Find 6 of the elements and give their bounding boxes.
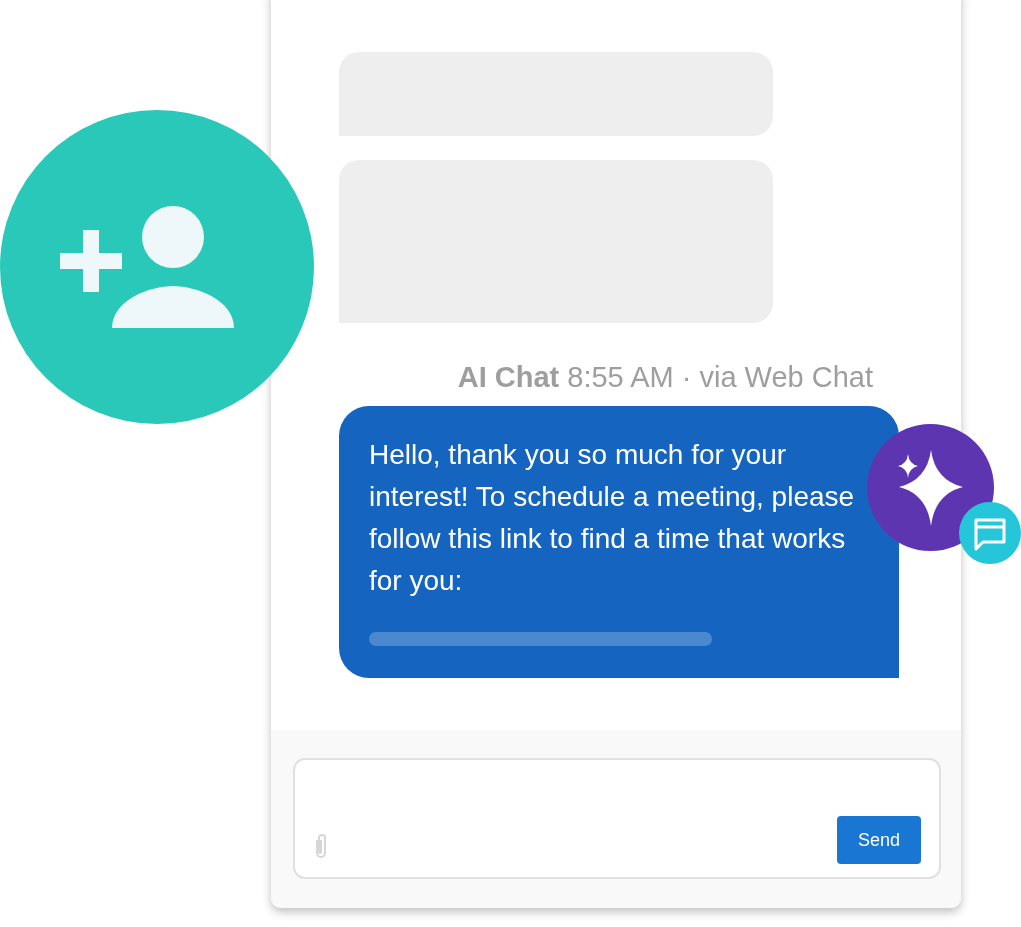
add-person-icon: [0, 110, 314, 424]
message-meta: AI Chat 8:55 AM · via Web Chat: [456, 361, 873, 394]
message-input[interactable]: Send: [293, 758, 941, 879]
paperclip-icon[interactable]: [313, 832, 329, 860]
send-button[interactable]: Send: [837, 816, 921, 864]
message-text: Hello, thank you so much for your interest! To schedule a meeting, please follow this link to find a time that works for you:: [369, 438, 856, 598]
